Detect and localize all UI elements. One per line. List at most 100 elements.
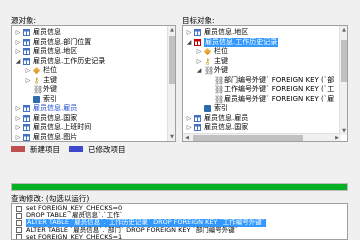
query-checkbox[interactable] (16, 219, 22, 226)
tree-item[interactable]: ▷ 雇员信息.国家 (12, 114, 175, 123)
query-checkbox[interactable] (16, 212, 22, 219)
tree-item[interactable]: ▷ 雇员信息.部门位置 (12, 38, 175, 47)
tree-item[interactable]: ⛓ 雇员编号外键` FOREIGN KEY (`雇 (183, 95, 347, 104)
tree-item-label: 雇员信息.部门位置 (33, 37, 92, 46)
changed-item-legend-label: 已修改项目 (88, 145, 126, 154)
key-icon: ⚷ (33, 75, 40, 85)
tree-item-label: 栏位 (214, 47, 228, 55)
tree-item-label: 工作编号外键` FOREIGN KEY (`工 (224, 85, 335, 93)
expand-arrow-icon[interactable]: ▷ (15, 28, 21, 37)
tree-item-label: 外键 (43, 85, 57, 93)
expand-arrow-icon[interactable]: ▷ (196, 57, 202, 66)
tree-item[interactable]: ◢ 雇员信息.工作历史记录 (12, 57, 175, 66)
query-modifications-label: 查询修改: (勾选以运行) (11, 194, 90, 203)
table-icon (23, 114, 30, 122)
tree-item-label: 主键 (214, 56, 228, 65)
scroll-thumb[interactable] (193, 135, 303, 141)
column-icon (32, 66, 41, 75)
tree-item[interactable]: ▷ 雇员信息.图片 (12, 133, 175, 142)
query-row[interactable]: set FOREIGN_KEY_CHECKS=1 (12, 232, 347, 240)
table-icon (194, 124, 201, 131)
query-checkbox[interactable] (16, 205, 22, 212)
tree-item[interactable]: ▷ ⚷ 主键 (12, 76, 175, 85)
tree-item[interactable]: ▷ 雇员信息.地区 (183, 28, 347, 37)
collapse-arrow-icon[interactable]: ◢ (15, 57, 21, 66)
tree-item[interactable]: ▷ 雇员信息.雇员 (183, 114, 347, 123)
query-checkbox[interactable] (16, 227, 22, 234)
target-tree-vertical-scrollbar[interactable]: ▲ ▼ (339, 26, 347, 135)
tree-item[interactable]: ▷ 雇员信息 (12, 28, 175, 37)
tree-item-label: 雇员信息.地区 (204, 28, 249, 36)
tree-item[interactable]: ▷ 栏位 (12, 66, 175, 75)
tree-item-label: 雇员信息.地区 (33, 47, 78, 55)
tree-item[interactable]: ▷ 雇员信息.上班时间 (12, 123, 175, 132)
tree-item[interactable]: ▷ 雇员信息.雇员 (12, 104, 175, 113)
expand-arrow-icon[interactable]: ▷ (15, 114, 21, 123)
collapse-arrow-icon[interactable]: ◢ (186, 38, 192, 47)
scroll-right-icon[interactable]: ▶ (333, 134, 341, 141)
tree-item-label: 雇员信息.工作历史记录 (204, 37, 279, 47)
progress-bar (11, 183, 348, 191)
collapse-arrow-icon[interactable]: ◢ (196, 66, 202, 75)
table-icon (23, 57, 30, 65)
table-icon (23, 48, 30, 55)
tree-item-label: 雇员信息 (33, 28, 61, 36)
query-text: set FOREIGN_KEY_CHECKS=1 (26, 232, 123, 240)
expand-arrow-icon[interactable]: ▷ (25, 76, 31, 85)
scroll-down-icon[interactable]: ▼ (340, 127, 347, 135)
tree-item[interactable]: ⛓ 部门编号外键` FOREIGN KEY (`部 (183, 76, 347, 85)
tree-item-label: 索引 (214, 104, 228, 112)
expand-arrow-icon[interactable]: ▷ (15, 47, 21, 56)
index-icon (33, 95, 40, 103)
table-icon (194, 114, 201, 122)
expand-arrow-icon[interactable]: ▷ (186, 114, 192, 123)
scroll-up-icon[interactable]: ▲ (340, 26, 347, 34)
table-icon (23, 105, 30, 112)
expand-arrow-icon[interactable]: ▷ (15, 133, 21, 142)
source-objects-label: 源对象: (11, 16, 37, 25)
source-objects-tree[interactable]: ▷ 雇员信息.图片 ▷ 雇员信息.上班时间 ▷ 雇员信息.国家 ▷ 雇员信息.雇员 索引 ⛓ 外键 ▷… (11, 25, 176, 142)
tree-item[interactable]: ◢ 雇员信息.工作历史记录 (183, 37, 347, 47)
target-objects-label: 目标对象: (182, 16, 215, 25)
expand-arrow-icon[interactable]: ▷ (25, 66, 31, 75)
expand-arrow-icon[interactable]: ▷ (196, 47, 202, 56)
scroll-thumb[interactable] (169, 36, 175, 84)
tree-item-label: 雇员信息.上班时间 (33, 123, 92, 131)
tree-item[interactable]: ⛓ 工作编号外键` FOREIGN KEY (`工 (183, 85, 347, 94)
scroll-down-icon[interactable]: ▼ (168, 133, 175, 141)
link-icon: ⛓ (214, 85, 225, 94)
query-checkbox[interactable] (16, 234, 22, 239)
query-list[interactable]: set FOREIGN_KEY_CHECKS=0 DROP TABLE `雇员信息… (11, 203, 348, 240)
tree-item[interactable]: ⛓ 外键 (12, 85, 175, 94)
tree-item[interactable]: ▷ 雇员信息.地区 (12, 47, 175, 56)
target-tree-horizontal-scrollbar[interactable]: ◀ ▶ (183, 133, 341, 141)
expand-arrow-icon[interactable]: ▷ (15, 38, 21, 47)
key-icon: ⚷ (204, 56, 211, 66)
tree-item[interactable]: ▷ 栏位 (183, 47, 347, 56)
table-icon (23, 133, 30, 141)
tree-item[interactable]: 索引 (12, 95, 175, 104)
tree-item[interactable]: ▷ 雇员信息.国家 (183, 123, 347, 132)
new-item-swatch (11, 146, 25, 152)
tree-item-label: 雇员信息.雇员 (204, 113, 249, 122)
table-icon (23, 38, 30, 46)
target-objects-tree[interactable]: ▷ 雇员信息.国家 ▷ 雇员信息.雇员 索引 ⛓ 雇员编号外键` FOREIGN KEY (… (182, 25, 348, 142)
tree-item[interactable]: 索引 (183, 104, 347, 113)
scroll-thumb[interactable] (341, 40, 347, 82)
scroll-left-icon[interactable]: ◀ (183, 134, 191, 141)
tree-item[interactable]: ▷ ⚷ 主键 (183, 57, 347, 66)
expand-arrow-icon[interactable]: ▷ (15, 104, 21, 113)
modified-table-icon (194, 38, 201, 46)
link-icon: ⛓ (33, 85, 44, 94)
table-icon (194, 29, 201, 36)
column-icon (203, 47, 212, 56)
expand-arrow-icon[interactable]: ▷ (15, 123, 21, 132)
tree-item[interactable]: ◢ ⛓ 外键 (183, 66, 347, 75)
table-icon (23, 124, 30, 131)
scroll-up-icon[interactable]: ▲ (168, 26, 175, 34)
tree-item-label: 雇员信息.国家 (204, 123, 249, 131)
progress-bar-fill (12, 184, 347, 190)
expand-arrow-icon[interactable]: ▷ (186, 123, 192, 132)
source-tree-vertical-scrollbar[interactable]: ▲ ▼ (167, 26, 175, 141)
expand-arrow-icon[interactable]: ▷ (186, 28, 192, 37)
